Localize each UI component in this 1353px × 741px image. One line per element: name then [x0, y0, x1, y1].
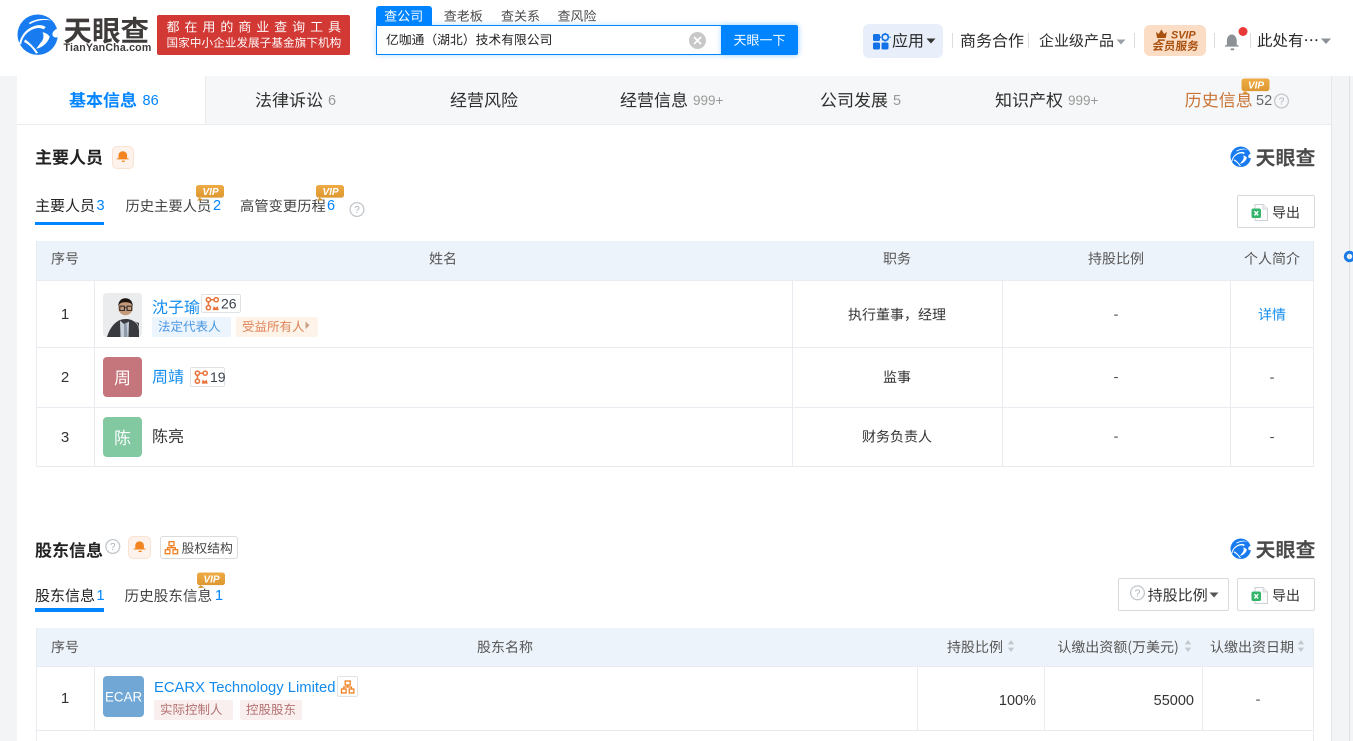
svg-text:6: 6	[327, 198, 335, 214]
svg-text:3: 3	[97, 198, 105, 214]
svg-text:2: 2	[213, 198, 221, 214]
svg-text:1: 1	[97, 588, 105, 604]
svg-text:1: 1	[215, 588, 223, 604]
svg-text:TianYanCha.com: TianYanCha.com	[64, 42, 152, 54]
